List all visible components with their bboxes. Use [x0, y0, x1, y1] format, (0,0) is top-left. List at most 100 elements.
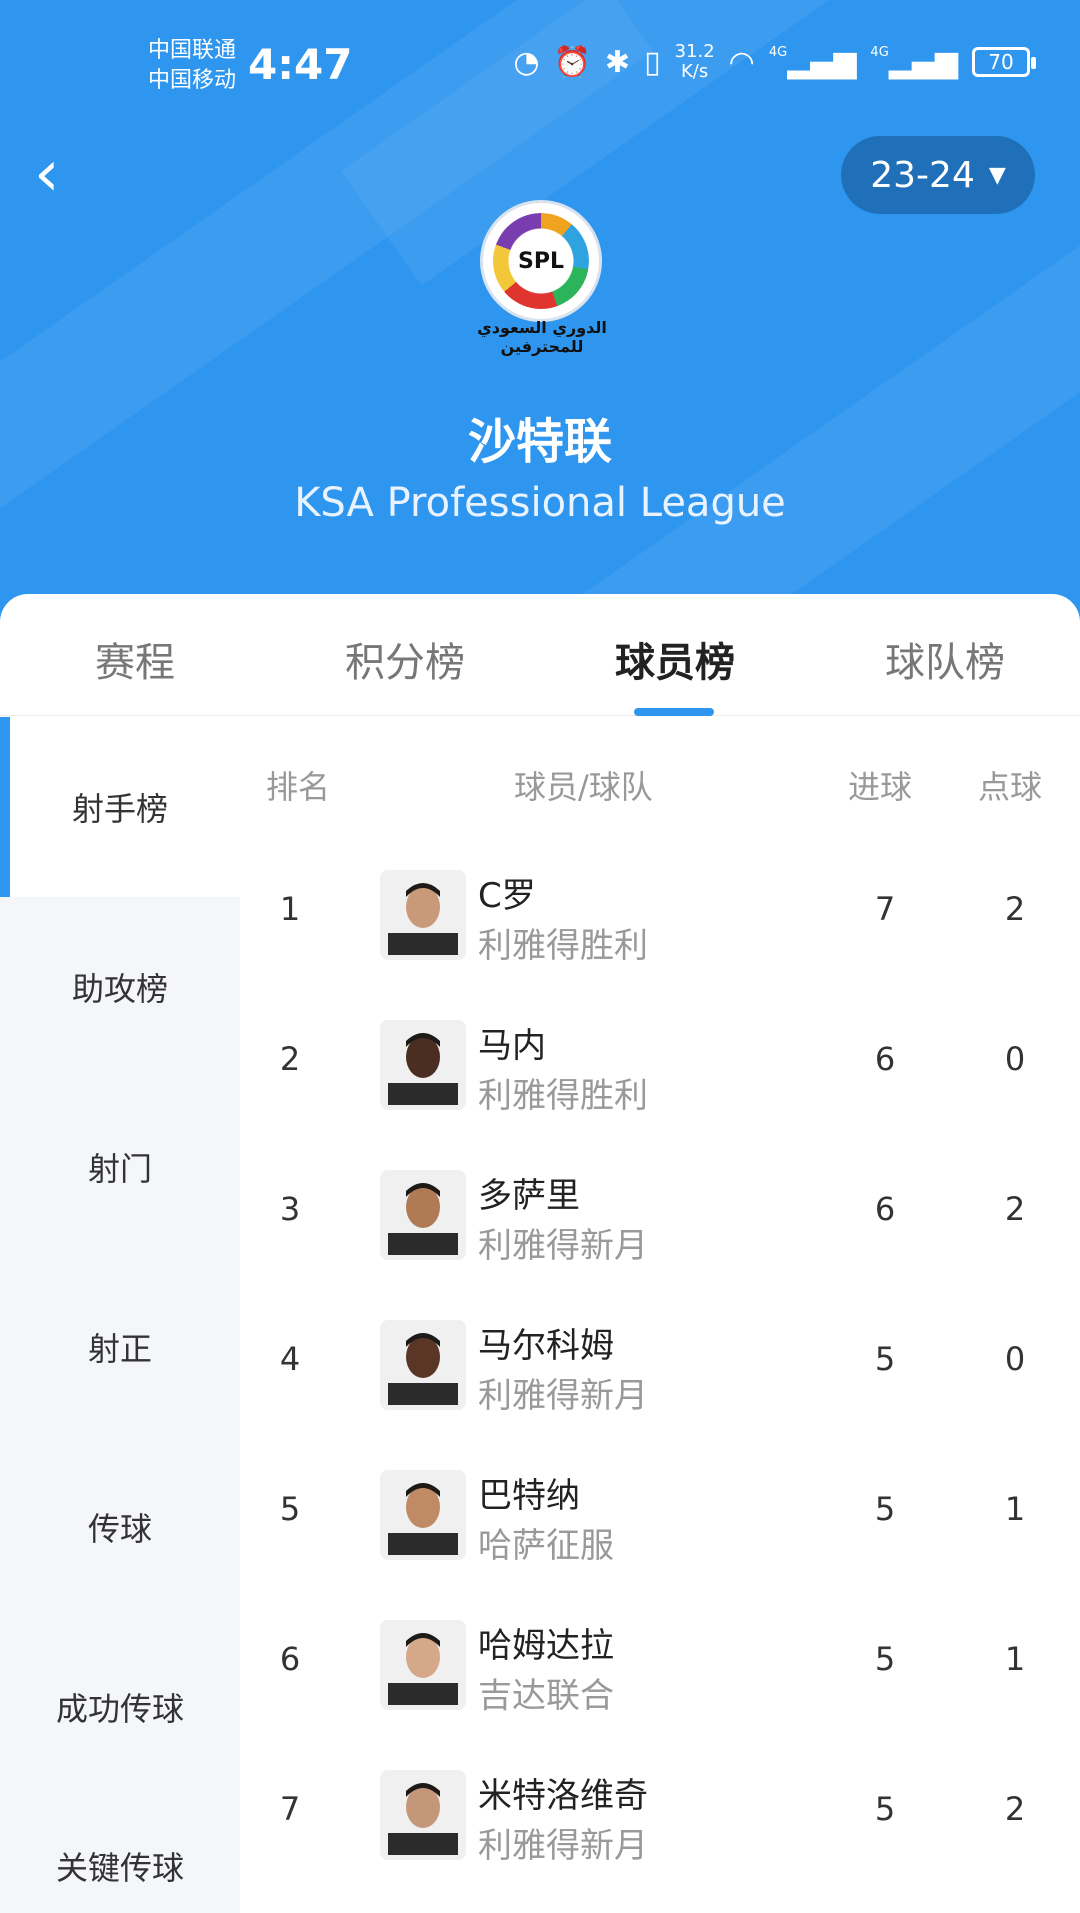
menu-shots-on-target[interactable]: 射正: [0, 1257, 240, 1437]
player-name[interactable]: 马内: [478, 1018, 546, 1067]
league-logo: SPL: [480, 200, 602, 322]
tab-player-rankings[interactable]: 球员榜: [540, 630, 810, 688]
status-icons: ◔ ⏰ ✱ ▯ 31.2 K/s ◠ 4G▂▄▆ 4G▂▄▆ 70: [513, 41, 1036, 82]
player-avatar: [380, 1620, 466, 1710]
caret-down-icon: ▼: [988, 162, 1006, 188]
signal-label-1: 4G: [768, 44, 788, 60]
tab-indicator: [634, 708, 714, 716]
player-name[interactable]: C罗: [478, 868, 536, 917]
table-row[interactable]: 7 米特洛维奇 利雅得新月 5 2: [240, 1740, 1080, 1890]
player-photo-icon: [388, 883, 458, 955]
player-photo-icon: [388, 1633, 458, 1705]
tab-bar: 赛程 积分榜 球员榜 球队榜: [0, 594, 1080, 716]
table-row[interactable]: 3 多萨里利雅得新月 6 2: [240, 1140, 1080, 1290]
season-label: 23-24: [870, 154, 975, 196]
player-avatar: [380, 1170, 466, 1260]
table-row[interactable]: 1 C罗利雅得胜利 7 2: [240, 840, 1080, 990]
vibrate-icon: ▯: [644, 44, 661, 80]
player-name[interactable]: 马尔科姆: [478, 1318, 614, 1367]
column-player-team: 球员/球队: [514, 768, 653, 806]
logo-caption: الدوري السعودي للمحترفين: [477, 318, 607, 356]
signal-label-2: 4G: [870, 44, 889, 60]
menu-successful-passes[interactable]: 成功传球: [0, 1617, 240, 1797]
goals-cell: 5: [874, 1640, 896, 1678]
team-name: 哈萨征服: [478, 1526, 614, 1566]
player-photo-icon: [388, 1183, 458, 1255]
player-avatar: [380, 1470, 466, 1560]
menu-label: 助攻榜: [71, 970, 168, 1008]
player-name[interactable]: 巴特纳: [478, 1468, 580, 1517]
menu-shots[interactable]: 射门: [0, 1077, 240, 1257]
goals-cell: 6: [874, 1190, 896, 1228]
menu-key-passes[interactable]: 关键传球: [0, 1797, 240, 1913]
signal-icon-2: 4G▂▄▆: [870, 44, 958, 80]
menu-passes[interactable]: 传球: [0, 1437, 240, 1617]
player-photo-icon: [388, 1333, 458, 1405]
net-speed-unit: K/s: [680, 61, 709, 82]
logo-text: SPL: [518, 248, 564, 274]
tab-team-rankings[interactable]: 球队榜: [810, 630, 1080, 688]
rank-cell: 5: [279, 1490, 301, 1528]
player-name[interactable]: 哈姆达拉: [478, 1618, 614, 1667]
goals-cell: 5: [874, 1340, 896, 1378]
rank-cell: 3: [279, 1190, 301, 1228]
rank-cell: 7: [279, 1790, 301, 1828]
team-name: 利雅得新月: [478, 1226, 648, 1266]
penalties-cell: 2: [1004, 890, 1026, 928]
player-avatar: [380, 1770, 466, 1860]
menu-label: 成功传球: [55, 1690, 184, 1728]
menu-label: 关键传球: [55, 1849, 184, 1887]
team-name: 利雅得胜利: [478, 926, 648, 966]
rank-cell: 6: [279, 1640, 301, 1678]
table-row[interactable]: 4 马尔科姆 利雅得新月 5 0: [240, 1290, 1080, 1440]
data-saver-icon: ◔: [513, 44, 540, 80]
player-photo-icon: [388, 1483, 458, 1555]
table-row[interactable]: 5 巴特纳哈萨征服 5 1: [240, 1440, 1080, 1590]
table-row[interactable]: 6 哈姆达拉吉达联合 5 1: [240, 1590, 1080, 1740]
player-photo-icon: [388, 1783, 458, 1855]
column-penalties: 点球: [978, 768, 1043, 806]
carrier-2: 中国移动: [148, 68, 237, 93]
league-header: 中国联通 中国移动 4:47 ◔ ⏰ ✱ ▯ 31.2 K/s ◠ 4G▂▄▆ …: [0, 0, 1080, 640]
column-rank: 排名: [266, 768, 331, 806]
column-goals: 进球: [848, 768, 913, 806]
penalties-cell: 0: [1004, 1040, 1026, 1078]
team-name: 吉达联合: [478, 1676, 614, 1716]
penalties-cell: 2: [1004, 1190, 1026, 1228]
menu-label: 射手榜: [71, 790, 168, 828]
team-name: 利雅得胜利: [478, 1076, 648, 1116]
season-selector[interactable]: 23-24 ▼: [841, 136, 1035, 214]
menu-top-scorers[interactable]: 射手榜: [0, 717, 240, 897]
table-row[interactable]: 2 马内利雅得胜利 6 0: [240, 990, 1080, 1140]
bluetooth-icon: ✱: [604, 44, 631, 80]
menu-assists[interactable]: 助攻榜: [0, 897, 240, 1077]
player-name[interactable]: 多萨里: [478, 1168, 580, 1217]
alarm-icon: ⏰: [553, 44, 591, 80]
player-avatar: [380, 870, 466, 960]
net-speed-value: 31.2: [674, 41, 715, 62]
carrier-1: 中国联通: [148, 38, 237, 63]
stat-category-menu: 射手榜 助攻榜 射门 射正 传球 成功传球 关键传球: [0, 717, 240, 1913]
player-avatar: [380, 1320, 466, 1410]
tab-schedule[interactable]: 赛程: [0, 630, 270, 688]
league-subtitle: KSA Professional League: [294, 480, 786, 526]
team-name: 利雅得新月: [478, 1376, 648, 1416]
rank-cell: 2: [279, 1040, 301, 1078]
goals-cell: 5: [874, 1790, 896, 1828]
penalties-cell: 1: [1004, 1490, 1026, 1528]
goals-cell: 5: [874, 1490, 896, 1528]
player-name[interactable]: 米特洛维奇: [478, 1768, 648, 1817]
tab-standings[interactable]: 积分榜: [270, 630, 540, 688]
rank-cell: 1: [279, 890, 301, 928]
goals-cell: 6: [874, 1040, 896, 1078]
menu-label: 传球: [87, 1510, 152, 1548]
status-time: 4:47: [248, 40, 353, 89]
penalties-cell: 1: [1004, 1640, 1026, 1678]
penalties-cell: 2: [1004, 1790, 1026, 1828]
rank-cell: 4: [279, 1340, 301, 1378]
status-bar: 中国联通 中国移动 4:47 ◔ ⏰ ✱ ▯ 31.2 K/s ◠ 4G▂▄▆ …: [0, 0, 1080, 130]
back-chevron-icon[interactable]: ‹: [34, 142, 94, 212]
goals-cell: 7: [874, 890, 896, 928]
menu-label: 射正: [87, 1330, 152, 1368]
carrier-labels: 中国联通 中国移动: [148, 36, 236, 96]
